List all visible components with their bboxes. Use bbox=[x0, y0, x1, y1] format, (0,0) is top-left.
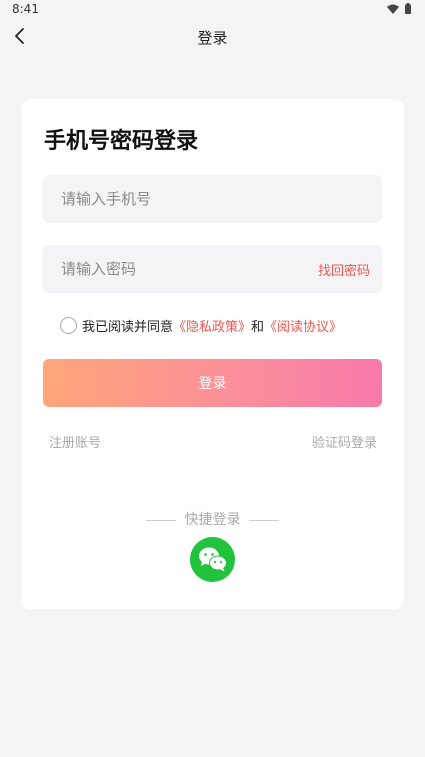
quick-login-divider: 快捷登录 bbox=[21, 509, 404, 529]
divider-line-left bbox=[146, 519, 177, 521]
page-title: 登录 bbox=[197, 29, 228, 47]
wechat-icon bbox=[199, 547, 227, 572]
user-agreement-link[interactable]: 《阅读协议》 bbox=[264, 316, 342, 335]
nav-bar: 登录 bbox=[0, 18, 425, 54]
agreement-row: 我已阅读并同意 《隐私政策》 和 《阅读协议》 bbox=[60, 316, 342, 335]
quick-login-label: 快捷登录 bbox=[184, 512, 241, 528]
status-time: 8:41 bbox=[12, 2, 39, 16]
status-icons bbox=[387, 3, 411, 14]
login-button[interactable]: 登录 bbox=[43, 359, 382, 407]
divider-line-right bbox=[248, 519, 279, 521]
agreement-prefix: 我已阅读并同意 bbox=[82, 320, 174, 335]
wifi-icon bbox=[387, 4, 399, 14]
register-link[interactable]: 注册账号 bbox=[49, 432, 101, 451]
forgot-password-link[interactable]: 找回密码 bbox=[318, 260, 370, 279]
battery-icon bbox=[405, 3, 411, 14]
privacy-policy-link[interactable]: 《隐私政策》 bbox=[173, 316, 251, 335]
status-bar: 8:41 bbox=[0, 0, 425, 18]
phone-input[interactable] bbox=[43, 175, 382, 223]
login-title: 手机号密码登录 bbox=[44, 129, 199, 154]
wechat-login-button[interactable] bbox=[190, 537, 235, 582]
phone-field-container bbox=[43, 175, 382, 223]
agreement-conjunction: 和 bbox=[251, 320, 265, 335]
password-field-container: 找回密码 bbox=[43, 245, 382, 293]
agreement-checkbox[interactable] bbox=[60, 317, 77, 334]
login-card: 手机号密码登录 找回密码 我已阅读并同意 《隐私政策》 和 《阅读协议》 登录 … bbox=[21, 99, 404, 609]
sms-login-link[interactable]: 验证码登录 bbox=[312, 432, 377, 451]
